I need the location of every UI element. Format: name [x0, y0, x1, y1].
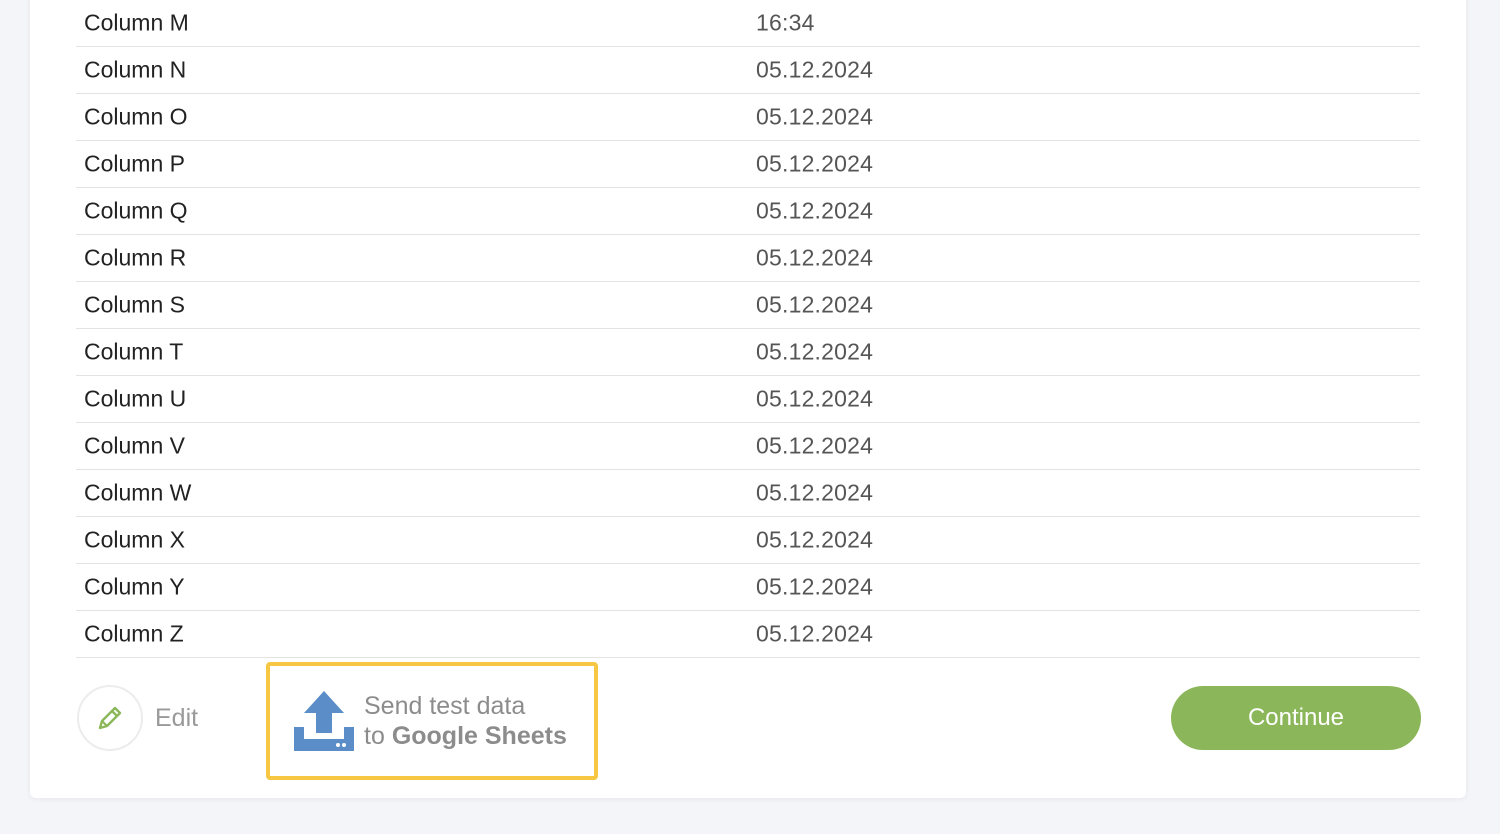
row-value: 05.12.2024	[756, 338, 874, 365]
table-row: Column S 05.12.2024	[76, 282, 1420, 329]
upload-icon-wrap	[292, 689, 356, 753]
table-row: Column V 05.12.2024	[76, 423, 1420, 470]
row-name: Column S	[84, 291, 185, 318]
edit-label[interactable]: Edit	[155, 704, 198, 733]
pencil-icon	[98, 706, 122, 730]
data-table: Column M 16:34 Column N 05.12.2024 Colum…	[76, 0, 1420, 658]
content-card: Column M 16:34 Column N 05.12.2024 Colum…	[30, 0, 1466, 798]
row-value: 05.12.2024	[756, 103, 874, 130]
row-name: Column V	[84, 432, 185, 459]
row-value: 05.12.2024	[756, 385, 874, 412]
table-row: Column O 05.12.2024	[76, 94, 1420, 141]
table-row: Column N 05.12.2024	[76, 47, 1420, 94]
table-row: Column Y 05.12.2024	[76, 564, 1420, 611]
table-row: Column Q 05.12.2024	[76, 188, 1420, 235]
table-row: Column P 05.12.2024	[76, 141, 1420, 188]
row-name: Column Y	[84, 573, 185, 600]
row-name: Column T	[84, 338, 184, 365]
row-name: Column R	[84, 244, 187, 271]
edit-circle[interactable]	[77, 685, 143, 751]
row-name: Column Z	[84, 620, 184, 647]
table-row: Column T 05.12.2024	[76, 329, 1420, 376]
row-value: 05.12.2024	[756, 291, 874, 318]
row-value: 05.12.2024	[756, 150, 874, 177]
row-value: 05.12.2024	[756, 620, 874, 647]
row-name: Column N	[84, 56, 187, 83]
send-line-1: Send test data	[364, 692, 526, 720]
row-name: Column W	[84, 479, 192, 506]
row-value: 05.12.2024	[756, 479, 874, 506]
row-value: 05.12.2024	[756, 573, 874, 600]
table-row: Column R 05.12.2024	[76, 235, 1420, 282]
table-row: Column U 05.12.2024	[76, 376, 1420, 423]
row-name: Column X	[84, 526, 185, 553]
row-name: Column U	[84, 385, 187, 412]
table-row: Column M 16:34	[76, 0, 1420, 47]
send-line-2: to Google Sheets	[364, 721, 567, 751]
send-test-data-button[interactable]: Send test data to Google Sheets	[266, 662, 598, 780]
continue-button[interactable]: Continue	[1171, 686, 1421, 750]
row-value: 05.12.2024	[756, 526, 874, 553]
row-value: 16:34	[756, 9, 815, 36]
row-value: 05.12.2024	[756, 56, 874, 83]
row-value: 05.12.2024	[756, 244, 874, 271]
row-value: 05.12.2024	[756, 197, 874, 224]
table-row: Column Z 05.12.2024	[76, 611, 1420, 658]
row-name: Column M	[84, 9, 189, 36]
edit-button[interactable]: Edit	[77, 685, 198, 751]
row-value: 05.12.2024	[756, 432, 874, 459]
row-name: Column Q	[84, 197, 188, 224]
upload-icon	[294, 691, 354, 751]
table-row: Column W 05.12.2024	[76, 470, 1420, 517]
row-name: Column O	[84, 103, 188, 130]
send-text: Send test data to Google Sheets	[364, 691, 567, 751]
row-name: Column P	[84, 150, 185, 177]
table-row: Column X 05.12.2024	[76, 517, 1420, 564]
send-line-2-prefix: to	[364, 722, 385, 750]
service-name: Google Sheets	[391, 722, 567, 750]
